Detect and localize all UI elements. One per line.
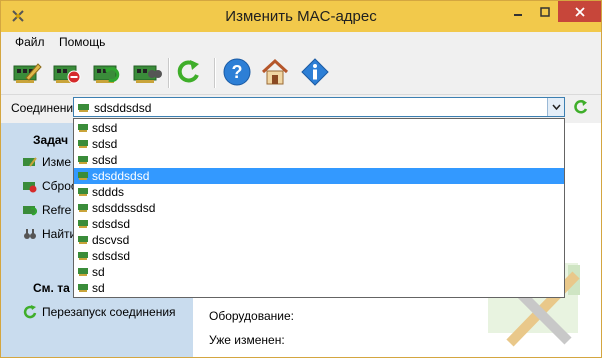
network-card-icon: [78, 140, 88, 148]
task-label: Refre: [42, 203, 72, 217]
refresh-button[interactable]: [173, 56, 205, 88]
task-refresh[interactable]: Refre: [23, 203, 71, 217]
dropdown-option-label: sd: [92, 265, 105, 279]
dropdown-option-label: sd: [92, 281, 105, 295]
dropdown-option[interactable]: sd: [74, 280, 564, 296]
help-icon: ?: [223, 58, 251, 86]
reset-button[interactable]: [51, 56, 83, 88]
dropdown-option-label: sdsd: [92, 153, 118, 167]
title-bar: Изменить MAC-адрес: [1, 1, 601, 32]
dropdown-option[interactable]: sdsdsd: [74, 216, 564, 232]
chevron-down-icon: [551, 104, 561, 110]
close-button[interactable]: [558, 1, 601, 22]
dropdown-option-label: sddds: [92, 185, 125, 199]
menu-bar: Файл Помощь: [1, 32, 601, 52]
connection-dropdown-list: sdsd sdsd sdsd sdsddsdsd sddds sdsddssdsd sdsd…: [73, 118, 565, 298]
network-card-icon: [78, 204, 88, 212]
dropdown-option-label: dscvsd: [92, 233, 130, 247]
dropdown-option[interactable]: sdsd: [74, 136, 564, 152]
binoculars-icon: [24, 229, 36, 239]
toolbar: ?: [1, 52, 601, 95]
connection-label: Соединение: [11, 101, 80, 115]
dropdown-option-label: sdsdsd: [92, 249, 131, 263]
network-card-icon: [78, 124, 88, 132]
connection-value: sdsddsdsd: [94, 101, 152, 115]
maximize-button[interactable]: [531, 1, 558, 22]
toolbar-separator: [214, 58, 216, 88]
task-reset[interactable]: Сброс: [23, 179, 77, 193]
network-card-icon: [78, 284, 88, 292]
network-card-icon: [78, 156, 88, 164]
network-card-icon: [78, 252, 88, 260]
refresh-nic-button[interactable]: [91, 56, 123, 88]
maximize-icon: [539, 6, 550, 17]
network-card-icon: [78, 268, 88, 276]
home-button[interactable]: [259, 56, 291, 88]
dropdown-option-label: sdsd: [92, 121, 118, 135]
task-search[interactable]: Найти: [23, 227, 76, 241]
edit-button[interactable]: [11, 56, 43, 88]
edit-nic-icon: [13, 63, 42, 83]
network-card-icon: [78, 236, 88, 244]
changed-label: Уже изменен:: [209, 333, 285, 347]
dropdown-option[interactable]: sdsd: [74, 120, 564, 136]
info-button[interactable]: [299, 56, 331, 88]
dropdown-option-label: sdsd: [92, 137, 118, 151]
dropdown-button[interactable]: [547, 98, 564, 116]
minimize-icon: [513, 13, 522, 16]
help-button[interactable]: ?: [221, 56, 253, 88]
task-label: Изме: [42, 155, 72, 169]
menu-file[interactable]: Файл: [15, 35, 45, 49]
task-label: Сброс: [42, 179, 77, 193]
refresh-nic-icon: [93, 65, 120, 83]
home-icon: [261, 58, 289, 85]
dropdown-option-label: sdsddsdsd: [92, 169, 150, 183]
task-restart-connection[interactable]: Перезапуск соединения: [23, 305, 176, 319]
dropdown-option[interactable]: sdsddssdsd: [74, 200, 564, 216]
task-change[interactable]: Изме: [23, 155, 71, 169]
reset-nic-icon: [23, 182, 37, 193]
menu-help[interactable]: Помощь: [59, 35, 105, 49]
connection-select[interactable]: sdsddsdsd: [73, 97, 565, 117]
task-label: Перезапуск соединения: [42, 305, 176, 319]
network-card-icon: [78, 188, 88, 196]
close-icon: [574, 6, 585, 17]
info-icon: [301, 58, 329, 86]
network-card-icon: [78, 104, 89, 112]
refresh-nic-icon: [23, 206, 37, 216]
tasks-heading: Задач: [33, 133, 69, 147]
dropdown-option[interactable]: sdsddsdsd: [74, 168, 564, 184]
network-card-icon: [78, 220, 88, 228]
refresh-connections-icon[interactable]: [573, 99, 589, 115]
search-button[interactable]: [131, 56, 163, 88]
reset-nic-icon: [53, 65, 81, 84]
hardware-label: Оборудование:: [209, 309, 294, 323]
dropdown-option[interactable]: sdsd: [74, 152, 564, 168]
edit-nic-icon: [23, 157, 37, 167]
refresh-icon: [23, 305, 37, 319]
dropdown-option[interactable]: sdsdsd: [74, 248, 564, 264]
refresh-icon: [177, 60, 199, 83]
dropdown-option[interactable]: dscvsd: [74, 232, 564, 248]
task-label: Найти: [42, 227, 77, 241]
toolbar-separator: [168, 58, 170, 88]
minimize-button[interactable]: [504, 1, 531, 22]
dropdown-option-label: sdsdsd: [92, 217, 131, 231]
dropdown-option[interactable]: sddds: [74, 184, 564, 200]
see-also-heading: См. та: [33, 281, 70, 295]
dropdown-option[interactable]: sd: [74, 264, 564, 280]
search-nic-icon: [133, 65, 162, 83]
main-window: Изменить MAC-адрес Файл Помощь ? Соедине…: [0, 0, 602, 358]
svg-text:?: ?: [232, 62, 243, 82]
dropdown-option-label: sdsddssdsd: [92, 201, 156, 215]
network-card-icon: [78, 172, 88, 180]
